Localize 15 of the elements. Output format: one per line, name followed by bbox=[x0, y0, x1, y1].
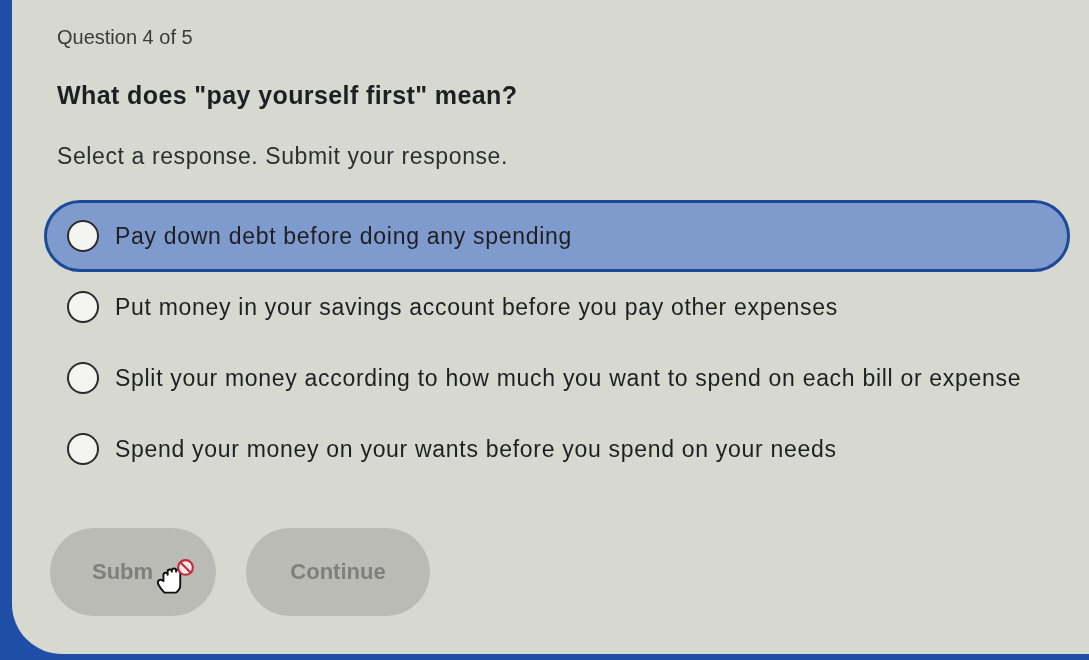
radio-button[interactable] bbox=[67, 433, 99, 465]
option-label: Spend your money on your wants before you spend on your needs bbox=[115, 435, 837, 463]
instructions-text: Select a response. Submit your response. bbox=[57, 142, 509, 170]
question-text: What does "pay yourself first" mean? bbox=[57, 80, 519, 110]
question-counter: Question 4 of 5 bbox=[57, 25, 194, 49]
answer-option[interactable]: Split your money according to how much you want to spend on each bill or expense bbox=[44, 342, 1070, 414]
answer-option[interactable]: Pay down debt before doing any spending bbox=[44, 200, 1070, 272]
answer-option[interactable]: Put money in your savings account before you pay other expenses bbox=[44, 271, 1070, 343]
radio-button[interactable] bbox=[67, 220, 99, 252]
option-label: Pay down debt before doing any spending bbox=[115, 222, 572, 250]
option-label: Split your money according to how much you want to spend on each bill or expense bbox=[115, 364, 1022, 392]
radio-button[interactable] bbox=[67, 291, 99, 323]
option-label: Put money in your savings account before you pay other expenses bbox=[115, 293, 838, 321]
answer-option[interactable]: Spend your money on your wants before you spend on your needs bbox=[44, 413, 1070, 485]
radio-button[interactable] bbox=[67, 362, 99, 394]
